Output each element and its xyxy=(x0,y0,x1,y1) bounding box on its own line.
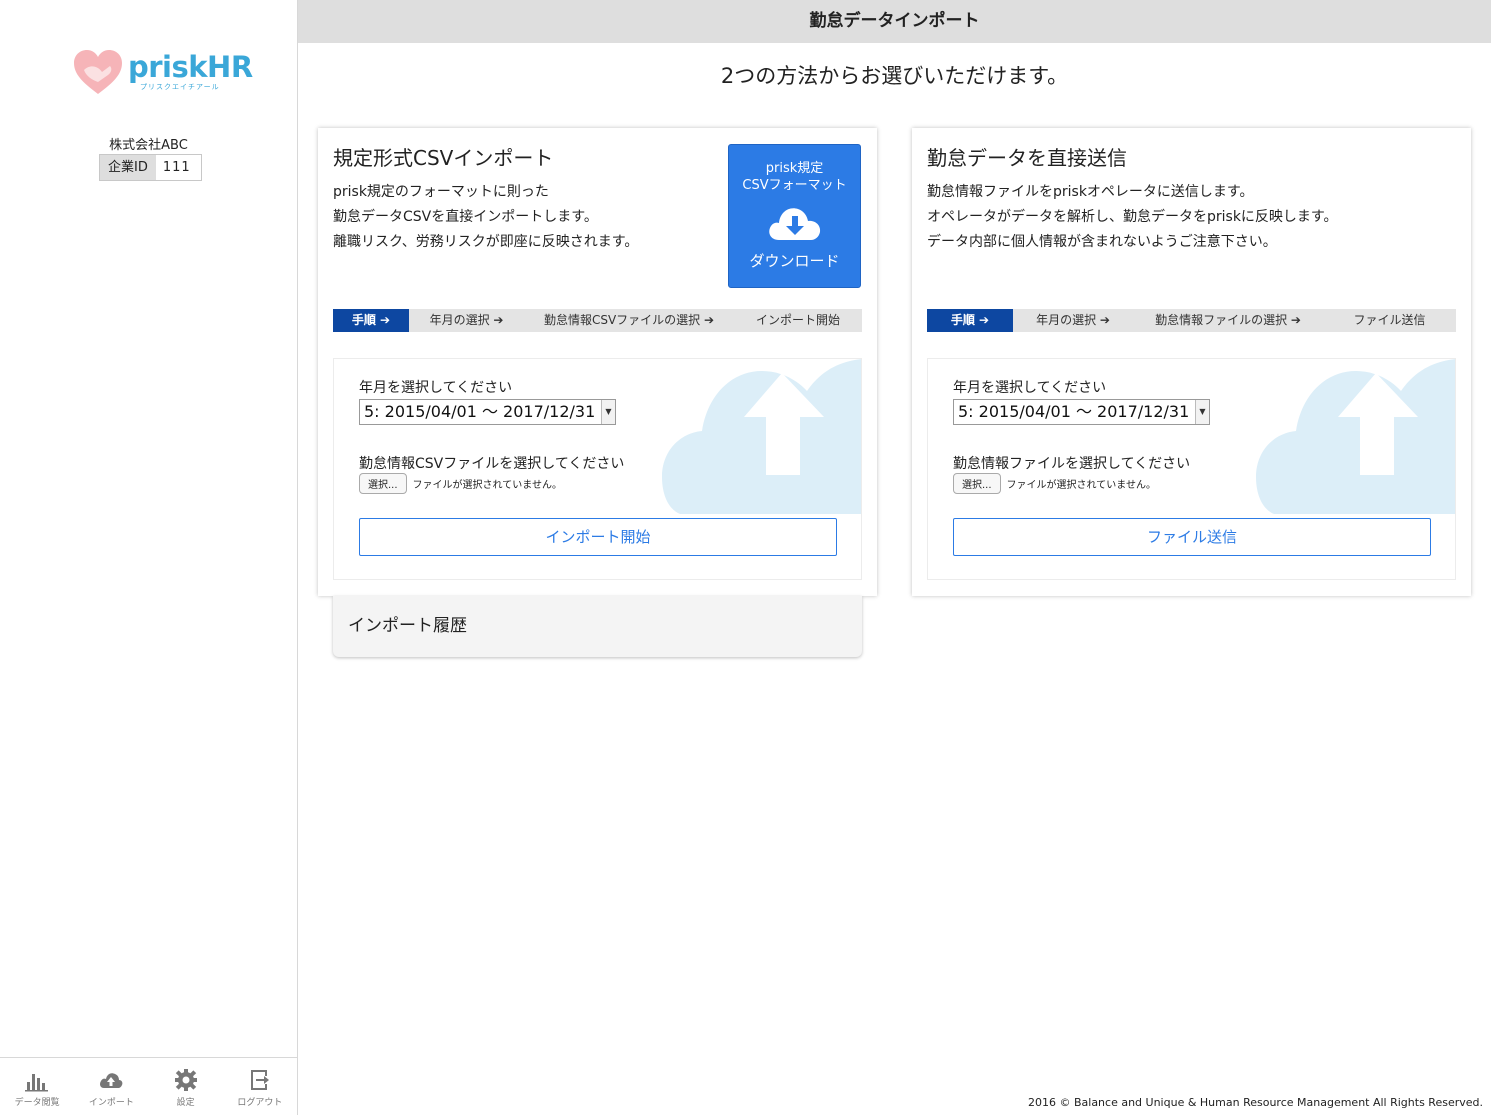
direct-form-panel: 年月を選択してください 5: 2015/04/01 〜 2017/12/31 ▼… xyxy=(927,358,1456,580)
chevron-down-icon: ▼ xyxy=(1195,400,1209,424)
direct-steps: 手順 ➔ 年月の選択 ➔ 勤怠情報ファイルの選択 ➔ ファイル送信 xyxy=(927,309,1456,332)
download-line1: prisk規定 xyxy=(765,161,824,176)
csv-period-value: 5: 2015/04/01 〜 2017/12/31 xyxy=(364,402,596,421)
step-send-file: ファイル送信 xyxy=(1353,313,1426,327)
heart-logo-icon xyxy=(74,50,122,94)
company-id-label: 企業ID xyxy=(100,155,156,180)
page-subtitle: 2つの方法からお選びいただけます。 xyxy=(720,64,1069,88)
company-id: 企業ID 111 xyxy=(99,154,202,181)
nav-logout[interactable]: ログアウト xyxy=(223,1058,297,1115)
gear-icon xyxy=(174,1069,197,1091)
nav-logout-label: ログアウト xyxy=(237,1098,283,1108)
logo-text: priskHR xyxy=(128,50,253,84)
cloud-upload-bg-icon xyxy=(1256,359,1455,514)
csv-form-panel: 年月を選択してください 5: 2015/04/01 〜 2017/12/31 ▼… xyxy=(333,358,862,580)
cloud-upload-icon xyxy=(100,1073,123,1088)
csv-file-label: 勤怠情報CSVファイルを選択してください xyxy=(359,456,625,472)
nav-settings-label: 設定 xyxy=(176,1098,195,1108)
nav-import[interactable]: インポート xyxy=(74,1058,148,1115)
direct-period-label: 年月を選択してください xyxy=(953,380,1107,396)
csv-file-choose-button[interactable]: 選択... xyxy=(359,473,407,494)
import-history-panel[interactable]: インポート履歴 xyxy=(333,596,862,657)
import-history-title: インポート履歴 xyxy=(348,616,467,636)
bottom-nav: データ閲覧 インポート 設定 ログアウト xyxy=(0,1057,297,1115)
direct-send-card: 勤怠データを直接送信 勤怠情報ファイルをpriskオペレータに送信します。 オペ… xyxy=(912,128,1471,596)
csv-card-title: 規定形式CSVインポート xyxy=(333,146,554,170)
footer-copyright: 2016 © Balance and Unique & Human Resour… xyxy=(1027,1096,1483,1109)
direct-file-choose-button[interactable]: 選択... xyxy=(953,473,1001,494)
page-header: 勤怠データインポート xyxy=(298,0,1491,43)
cloud-upload-bg-icon xyxy=(662,359,861,514)
direct-file-input: 選択... ファイルが選択されていません。 xyxy=(953,473,1156,494)
download-label: ダウンロード xyxy=(749,252,840,270)
step-start-import: インポート開始 xyxy=(755,313,840,327)
company-id-value: 111 xyxy=(155,155,201,180)
nav-data-view[interactable]: データ閲覧 xyxy=(0,1058,74,1115)
step-select-period: 年月の選択 ➔ xyxy=(429,313,504,327)
step-label: 手順 ➔ xyxy=(333,309,409,332)
csv-format-download-button[interactable]: prisk規定 CSVフォーマット ダウンロード xyxy=(728,144,861,288)
direct-period-value: 5: 2015/04/01 〜 2017/12/31 xyxy=(958,402,1190,421)
csv-desc-line: 離職リスク、労務リスクが即座に反映されます。 xyxy=(333,234,639,250)
file-send-button[interactable]: ファイル送信 xyxy=(953,518,1431,556)
direct-desc-line: データ内部に個人情報が含まれないようご注意下さい。 xyxy=(927,234,1277,250)
chevron-down-icon: ▼ xyxy=(601,400,615,424)
nav-settings[interactable]: 設定 xyxy=(149,1058,223,1115)
logout-icon xyxy=(250,1070,269,1090)
sidebar: priskHR プリスクエイチアール 株式会社ABC 企業ID 111 データ閲… xyxy=(0,0,298,1115)
direct-file-status: ファイルが選択されていません。 xyxy=(1006,480,1156,491)
logo[interactable]: priskHR プリスクエイチアール xyxy=(72,48,253,96)
nav-import-label: インポート xyxy=(88,1098,134,1108)
step-select-file: 勤怠情報CSVファイルの選択 ➔ xyxy=(543,313,715,327)
step-label: 手順 ➔ xyxy=(927,309,1013,332)
csv-file-input: 選択... ファイルが選択されていません。 xyxy=(359,473,562,494)
csv-file-status: ファイルが選択されていません。 xyxy=(412,480,562,491)
bar-chart-icon xyxy=(25,1074,49,1092)
step-select-period: 年月の選択 ➔ xyxy=(1036,313,1110,327)
cloud-download-icon xyxy=(768,208,820,240)
nav-data-view-label: データ閲覧 xyxy=(14,1098,60,1108)
import-start-button[interactable]: インポート開始 xyxy=(359,518,837,556)
direct-card-description: 勤怠情報ファイルをpriskオペレータに送信します。 オペレータがデータを解析し… xyxy=(927,180,1338,255)
step-select-file: 勤怠情報ファイルの選択 ➔ xyxy=(1155,313,1301,327)
direct-desc-line: 勤怠情報ファイルをpriskオペレータに送信します。 xyxy=(927,184,1254,200)
csv-desc-line: 勤怠データCSVを直接インポートします。 xyxy=(333,209,598,225)
csv-card-description: prisk規定のフォーマットに則った 勤怠データCSVを直接インポートします。 … xyxy=(333,180,638,255)
direct-desc-line: オペレータがデータを解析し、勤怠データをpriskに反映します。 xyxy=(927,209,1338,225)
direct-period-select[interactable]: 5: 2015/04/01 〜 2017/12/31 ▼ xyxy=(953,399,1210,425)
direct-file-label: 勤怠情報ファイルを選択してください xyxy=(953,456,1191,472)
csv-period-label: 年月を選択してください xyxy=(359,380,513,396)
company-name: 株式会社ABC xyxy=(109,138,188,153)
direct-card-title: 勤怠データを直接送信 xyxy=(927,146,1127,170)
csv-desc-line: prisk規定のフォーマットに則った xyxy=(333,184,549,200)
csv-steps: 手順 ➔ 年月の選択 ➔ 勤怠情報CSVファイルの選択 ➔ インポート開始 xyxy=(333,309,862,332)
csv-import-card: 規定形式CSVインポート prisk規定のフォーマットに則った 勤怠データCSV… xyxy=(318,128,877,596)
download-line2: CSVフォーマット xyxy=(742,178,847,193)
csv-period-select[interactable]: 5: 2015/04/01 〜 2017/12/31 ▼ xyxy=(359,399,616,425)
